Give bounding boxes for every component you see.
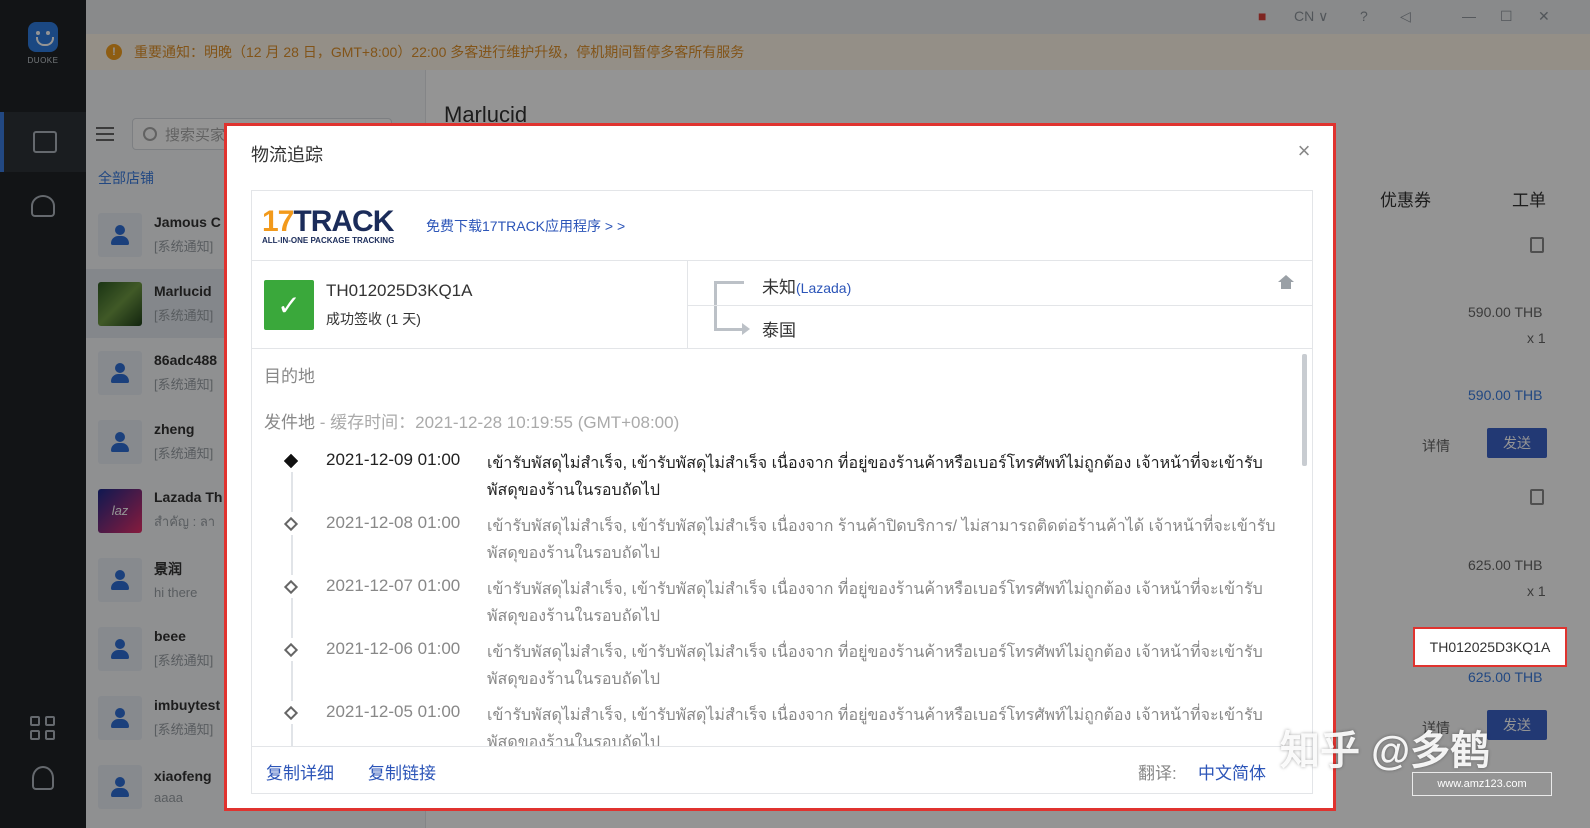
cache-prefix: - 缓存时间： [315,413,416,432]
event-marker-icon [283,642,299,658]
tracking-widget: 17TRACK ALL-IN-ONE PACKAGE TRACKING 免费下载… [251,190,1313,794]
carrier-label: 未知 [762,278,796,297]
event-time: 2021-12-08 01:00 [326,513,461,532]
route-arrow-icon [714,281,750,335]
close-icon[interactable]: × [1293,140,1315,162]
timeline-line [291,535,293,575]
event-description: เข้ารับพัสดุไม่สำเร็จ, เข้ารับพัสดุไม่สำ… [487,707,1263,746]
copy-link-button[interactable]: 复制链接 [368,759,436,784]
translate-language-select[interactable]: 中文简体 [1198,759,1266,784]
event-description: เข้ารับพัสดุไม่สำเร็จ, เข้ารับพัสดุไม่สำ… [487,455,1263,499]
modal-title: 物流追踪 [251,145,323,165]
brand-tagline: ALL-IN-ONE PACKAGE TRACKING [262,236,395,245]
event-time: 2021-12-06 01:00 [326,639,461,658]
tracking-event: 2021-12-09 01:00 เข้ารับพัสดุไม่สำเร็จ, … [252,450,1292,513]
zhihu-watermark: 知乎 @多鹤 [1280,729,1491,773]
tracking-event: 2021-12-06 01:00 เข้ารับพัสดุไม่สำเร็จ, … [252,639,1292,702]
carrier-name[interactable]: (Lazada) [796,280,851,296]
event-marker-icon [283,579,299,595]
event-marker-icon [283,453,299,469]
origin-label: 发件地 [264,413,315,432]
event-time: 2021-12-09 01:00 [326,450,461,469]
tracking-number: TH012025D3KQ1A [326,281,473,300]
highlighted-tracking-number[interactable]: TH012025D3KQ1A [1413,627,1567,667]
event-marker-icon [283,516,299,532]
logistics-tracking-modal: 物流追踪 × 17TRACK ALL-IN-ONE PACKAGE TRACKI… [224,123,1336,811]
delivery-status: 成功签收 (1 天) [326,311,421,327]
download-app-link[interactable]: 免费下载17TRACK应用程序 > > [426,216,625,236]
copy-details-button[interactable]: 复制详细 [266,759,334,784]
tracking-status-panel: ✓ TH012025D3KQ1A 成功签收 (1 天) [252,261,688,349]
timeline-line [291,598,293,638]
event-description: เข้ารับพัสดุไม่สำเร็จ, เข้ารับพัสดุไม่สำ… [487,581,1263,625]
event-description: เข้ารับพัสดุไม่สำเร็จ, เข้ารับพัสดุไม่สำ… [487,518,1276,562]
event-time: 2021-12-07 01:00 [326,576,461,595]
timeline-line [291,661,293,701]
carrier-info: 未知(Lazada) [762,273,851,298]
delivered-check-icon: ✓ [264,280,314,330]
destination-country: 泰国 [762,321,796,340]
tracking-header: 17TRACK ALL-IN-ONE PACKAGE TRACKING 免费下载… [252,191,1312,261]
event-description: เข้ารับพัสดุไม่สำเร็จ, เข้ารับพัสดุไม่สำ… [487,644,1263,688]
section-origin: 发件地 - 缓存时间：2021-12-28 10:19:55 (GMT+08:0… [264,408,679,433]
tracking-event: 2021-12-08 01:00 เข้ารับพัสดุไม่สำเร็จ, … [252,513,1292,576]
tracking-footer: 复制详细 复制链接 翻译: 中文简体 [252,746,1312,794]
divider [688,305,1312,306]
timeline-line [291,724,293,746]
tracking-events[interactable]: 目的地 发件地 - 缓存时间：2021-12-28 10:19:55 (GMT+… [252,350,1312,746]
scrollbar[interactable] [1302,354,1307,466]
section-destination: 目的地 [264,367,315,386]
tracking-event: 2021-12-05 01:00 เข้ารับพัสดุไม่สำเร็จ, … [252,702,1292,746]
17track-logo: 17TRACK ALL-IN-ONE PACKAGE TRACKING [262,205,412,245]
event-time: 2021-12-05 01:00 [326,702,461,721]
cache-time: 2021-12-28 10:19:55 (GMT+08:00) [415,413,680,432]
brand-number: 17 [262,205,294,238]
brand-name: TRACK [293,205,394,238]
translate-label: 翻译: [1138,764,1177,783]
tracking-summary: ✓ TH012025D3KQ1A 成功签收 (1 天) 未知(Lazada) 泰… [252,261,1312,349]
tracking-event: 2021-12-07 01:00 เข้ารับพัสดุไม่สำเร็จ, … [252,576,1292,639]
site-watermark: www.amz123.com [1412,772,1552,796]
home-icon[interactable] [1278,275,1294,289]
timeline-line [291,472,293,512]
event-marker-icon [283,705,299,721]
